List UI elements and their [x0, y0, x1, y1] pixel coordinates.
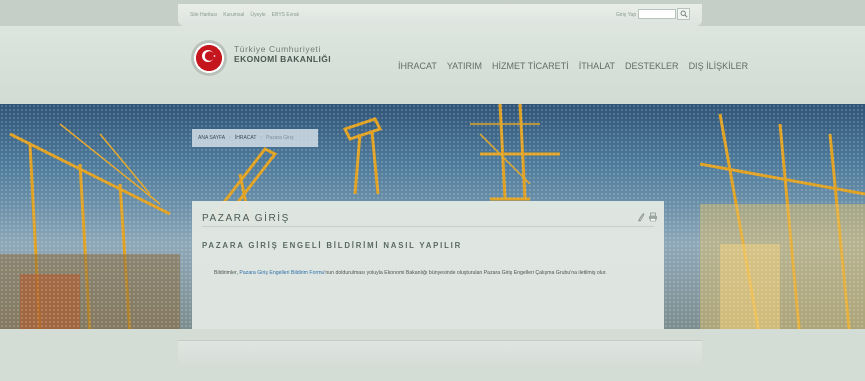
utility-link-ebys[interactable]: EBYS Evrak	[272, 12, 300, 18]
brand-line-1: Türkiye Cumhuriyeti	[234, 44, 321, 54]
nav-item-import[interactable]: İTHALAT	[579, 61, 615, 71]
report-form-link[interactable]: Pazara Giriş Engelleri Bildirim Formu	[239, 270, 324, 276]
search-input[interactable]	[638, 9, 676, 19]
login-label[interactable]: Giriş Yap	[616, 12, 636, 18]
nav-item-export[interactable]: İHRACAT	[398, 61, 437, 71]
footer-band	[178, 340, 702, 365]
breadcrumb: ANA SAYFA › İHRACAT › Pazara Giriş	[192, 129, 318, 147]
breadcrumb-export[interactable]: İHRACAT	[235, 135, 257, 141]
breadcrumb-separator: ›	[260, 135, 263, 141]
search-button[interactable]	[677, 8, 690, 20]
page-title: PAZARA GİRİŞ	[202, 213, 290, 224]
nav-item-investment[interactable]: YATIRIM	[447, 61, 482, 71]
title-divider	[202, 226, 654, 227]
body-text-before: Bildirimler,	[214, 270, 240, 276]
ministry-logo[interactable]	[191, 40, 227, 76]
utility-link-sitemap[interactable]: Site Haritası	[190, 12, 217, 18]
body-text-after: 'nun doldurulması yoluyla Ekonomi Bakanl…	[324, 270, 607, 276]
nav-item-supports[interactable]: DESTEKLER	[625, 61, 679, 71]
utility-link-member[interactable]: Üyeyle	[250, 12, 265, 18]
panel-tools	[637, 209, 658, 227]
breadcrumb-separator: ›	[229, 135, 231, 141]
paperclip-icon[interactable]	[637, 209, 645, 227]
print-icon[interactable]	[648, 209, 658, 227]
utility-links: Site Haritası Kurumsal Üyeyle EBYS Evrak	[190, 12, 299, 18]
search-icon	[680, 5, 688, 23]
brand-line-2: EKONOMİ BAKANLIĞI	[234, 54, 331, 64]
content-panel: PAZARA GİRİŞ PAZARA GİRİŞ ENGELİ BİLDİRİ…	[192, 201, 664, 329]
nav-item-foreign-relations[interactable]: DIŞ İLİŞKİLER	[689, 61, 749, 71]
section-heading: PAZARA GİRİŞ ENGELİ BİLDİRİMİ NASIL YAPI…	[202, 241, 463, 250]
utility-link-corporate[interactable]: Kurumsal	[223, 12, 244, 18]
crescent-star-icon	[200, 47, 218, 70]
body-paragraph: Bildirimler, Pazara Giriş Engelleri Bild…	[214, 270, 654, 276]
breadcrumb-current: Pazara Giriş	[266, 135, 294, 141]
breadcrumb-home[interactable]: ANA SAYFA	[198, 135, 225, 141]
nav-item-service-trade[interactable]: HİZMET TİCARETİ	[492, 61, 569, 71]
main-nav: İHRACAT YATIRIM HİZMET TİCARETİ İTHALAT …	[398, 61, 748, 71]
